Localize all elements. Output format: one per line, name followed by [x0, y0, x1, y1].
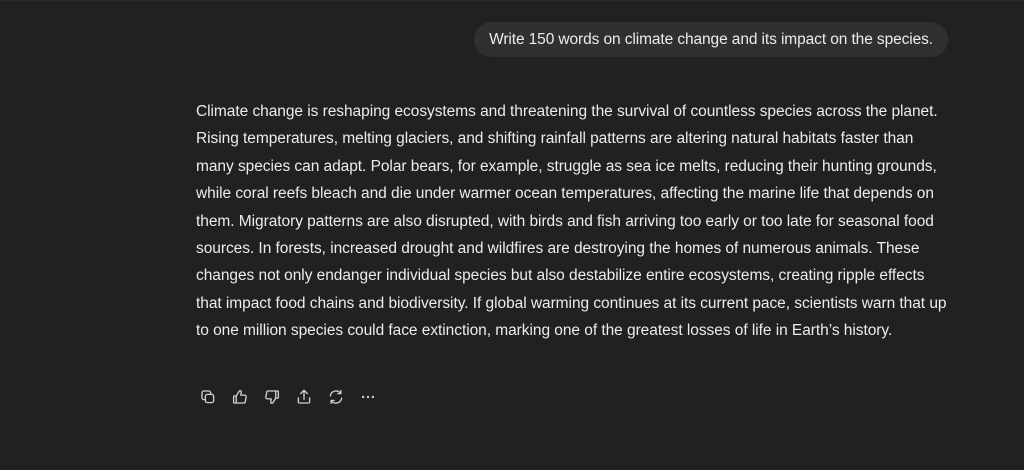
user-message-text: Write 150 words on climate change and it…: [489, 31, 933, 48]
thumbs-up-icon: [232, 390, 247, 404]
assistant-message-text: Climate change is reshaping ecosystems a…: [196, 103, 947, 340]
chat-thread: Write 150 words on climate change and it…: [0, 0, 1024, 470]
share-icon: [297, 389, 311, 404]
good-response-button[interactable]: [224, 383, 256, 411]
user-message-row: Write 150 words on climate change and it…: [474, 22, 948, 57]
bad-response-button[interactable]: [256, 383, 288, 411]
user-message-bubble: Write 150 words on climate change and it…: [474, 22, 948, 57]
copy-icon: [201, 390, 215, 404]
copy-button[interactable]: [192, 383, 224, 411]
more-options-button[interactable]: [352, 383, 384, 411]
share-button[interactable]: [288, 383, 320, 411]
regenerate-icon: [329, 389, 343, 405]
more-icon: [361, 395, 375, 399]
assistant-message: Climate change is reshaping ecosystems a…: [196, 98, 952, 345]
message-action-bar: [192, 383, 384, 411]
thumbs-down-icon: [265, 390, 280, 404]
regenerate-button[interactable]: [320, 383, 352, 411]
